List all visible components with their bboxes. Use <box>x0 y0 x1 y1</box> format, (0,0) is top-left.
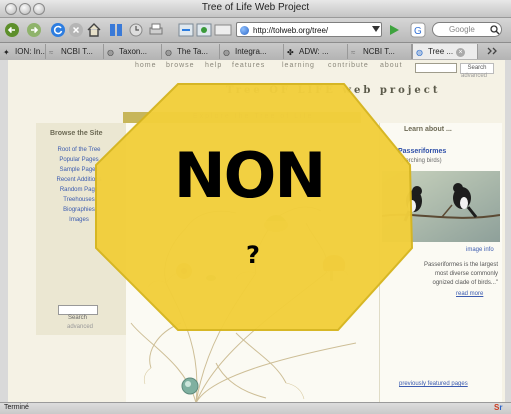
ncbi-icon: ≈ <box>49 48 54 57</box>
question-mark: ? <box>246 241 260 269</box>
browse-search-input[interactable] <box>58 305 98 315</box>
explore-banner-text: Explore the Tree of Life <box>193 113 314 120</box>
tab-list-icon[interactable] <box>486 45 506 57</box>
learn-heading: Learn about ... <box>404 126 452 133</box>
tab-label: The Ta... <box>177 47 208 56</box>
tab-4[interactable]: ◍ The Ta... <box>162 44 220 59</box>
rss-icon: ✦ <box>3 48 10 57</box>
title-bar: Tree of Life Web Project <box>0 0 511 18</box>
tab-7[interactable]: ≈ NCBI T... <box>348 44 412 59</box>
paw-icon: ✤ <box>287 48 294 57</box>
navigation-toolbar: http://tolweb.org/tree/ G Google <box>0 18 511 42</box>
reload-icon[interactable] <box>50 22 66 38</box>
description-line: most diverse commonly <box>434 271 498 277</box>
right-scrollbar[interactable] <box>505 60 511 402</box>
url-dropdown-icon[interactable] <box>372 26 380 32</box>
browse-link-recent[interactable]: Recent Additions <box>36 177 122 183</box>
ie-tab-icon[interactable] <box>196 22 212 38</box>
tab-label: ION: In... <box>15 47 46 56</box>
tab-6[interactable]: ✤ ADW: ... <box>284 44 348 59</box>
site-nav-learning[interactable]: learning <box>282 62 315 69</box>
tab-8-active[interactable]: ◍ Tree ... × <box>412 44 478 59</box>
description-line: ognized clade of birds..." <box>432 280 498 286</box>
page-content: home browse help features learning contr… <box>8 60 505 402</box>
home-icon[interactable] <box>86 22 102 38</box>
site-nav-browse[interactable]: browse <box>166 62 195 69</box>
site-nav-home[interactable]: home <box>135 62 157 69</box>
back-forward-icons[interactable] <box>4 22 48 38</box>
tab-label: Tree ... <box>428 47 454 56</box>
status-bar: Terminé Sr <box>0 402 511 414</box>
search-icon[interactable] <box>490 25 500 35</box>
browse-link-biographies[interactable]: Biographies <box>36 207 122 213</box>
site-nav-about[interactable]: about <box>380 62 403 69</box>
tab-label: NCBI T... <box>363 47 395 56</box>
tab-bar: ✦ ION: In... ≈ NCBI T... ◍ Taxon... ◍ The Ta… <box>0 42 511 61</box>
browse-link-treehouses[interactable]: Treehouses <box>36 197 122 203</box>
tab-1[interactable]: ✦ ION: In... <box>0 44 46 59</box>
extension-icon[interactable]: Sr <box>494 403 502 412</box>
tab-label: NCBI T... <box>61 47 93 56</box>
status-text: Terminé <box>4 404 29 411</box>
sync-icon[interactable] <box>178 22 194 38</box>
history-icon[interactable] <box>128 22 144 38</box>
browse-panel: Browse the Site Root of the Tree Popular… <box>36 123 126 335</box>
featured-title-link[interactable]: Passeriformes <box>398 148 446 155</box>
ncbi-icon: ≈ <box>351 48 356 57</box>
site-nav-help[interactable]: help <box>205 62 222 69</box>
close-tab-icon[interactable]: × <box>456 48 466 57</box>
bookmarks-icon[interactable] <box>108 22 124 38</box>
browse-heading: Browse the Site <box>50 130 103 137</box>
site-search-input[interactable] <box>415 63 457 73</box>
site-globe-icon <box>240 26 249 35</box>
description-line: Passeriformes is the largest <box>423 262 498 268</box>
globe-icon: ◍ <box>223 48 230 57</box>
browse-link-popular[interactable]: Popular Pages <box>36 157 122 163</box>
previous-features-link[interactable]: previously featured pages <box>399 381 468 387</box>
learn-about-panel: Learn about ... Passeriformes (perching … <box>379 123 502 402</box>
url-field[interactable]: http://tolweb.org/tree/ <box>236 22 382 37</box>
globe-icon: ◍ <box>416 48 423 57</box>
window-title: Tree of Life Web Project <box>201 2 310 13</box>
browse-link-random[interactable]: Random Page <box>36 187 122 193</box>
browse-advanced-link[interactable]: advanced <box>67 324 93 330</box>
browse-link-root[interactable]: Root of the Tree <box>36 147 122 153</box>
print-icon[interactable] <box>148 22 164 38</box>
globe-icon: ◍ <box>107 48 114 57</box>
svg-text:G: G <box>414 26 422 37</box>
tabs-icon[interactable] <box>214 22 234 38</box>
tab-5[interactable]: ◍ Integra... <box>220 44 284 59</box>
featured-description: Passeriformes is the largest most divers… <box>380 261 498 288</box>
featured-bird-photo[interactable] <box>382 171 500 242</box>
search-engine-icon[interactable]: G <box>410 22 430 38</box>
tab-label: ADW: ... <box>299 47 329 56</box>
browse-search-button[interactable]: Search <box>68 315 87 321</box>
tab-3[interactable]: ◍ Taxon... <box>104 44 162 59</box>
tab-label: Integra... <box>235 47 267 56</box>
site-nav-features[interactable]: features <box>232 62 265 69</box>
image-info-link[interactable]: image info <box>466 247 494 253</box>
read-more-link[interactable]: read more <box>456 291 483 297</box>
featured-subtitle: (perching birds) <box>400 158 442 164</box>
browse-link-sample[interactable]: Sample Pages <box>36 167 122 173</box>
non-label: NON <box>173 139 326 212</box>
stop-icon[interactable] <box>68 22 84 38</box>
browse-link-images[interactable]: Images <box>36 217 122 223</box>
globe-icon: ◍ <box>165 48 172 57</box>
tab-2[interactable]: ≈ NCBI T... <box>46 44 104 59</box>
site-logo[interactable]: Tree OF LIFE web project <box>226 85 440 96</box>
go-icon[interactable] <box>386 22 402 38</box>
url-text: http://tolweb.org/tree/ <box>253 26 329 35</box>
tab-label: Taxon... <box>119 47 148 56</box>
site-nav-contribute[interactable]: contribute <box>328 62 369 69</box>
site-advanced-link[interactable]: advanced <box>461 73 487 79</box>
left-scrollbar[interactable] <box>0 60 8 402</box>
